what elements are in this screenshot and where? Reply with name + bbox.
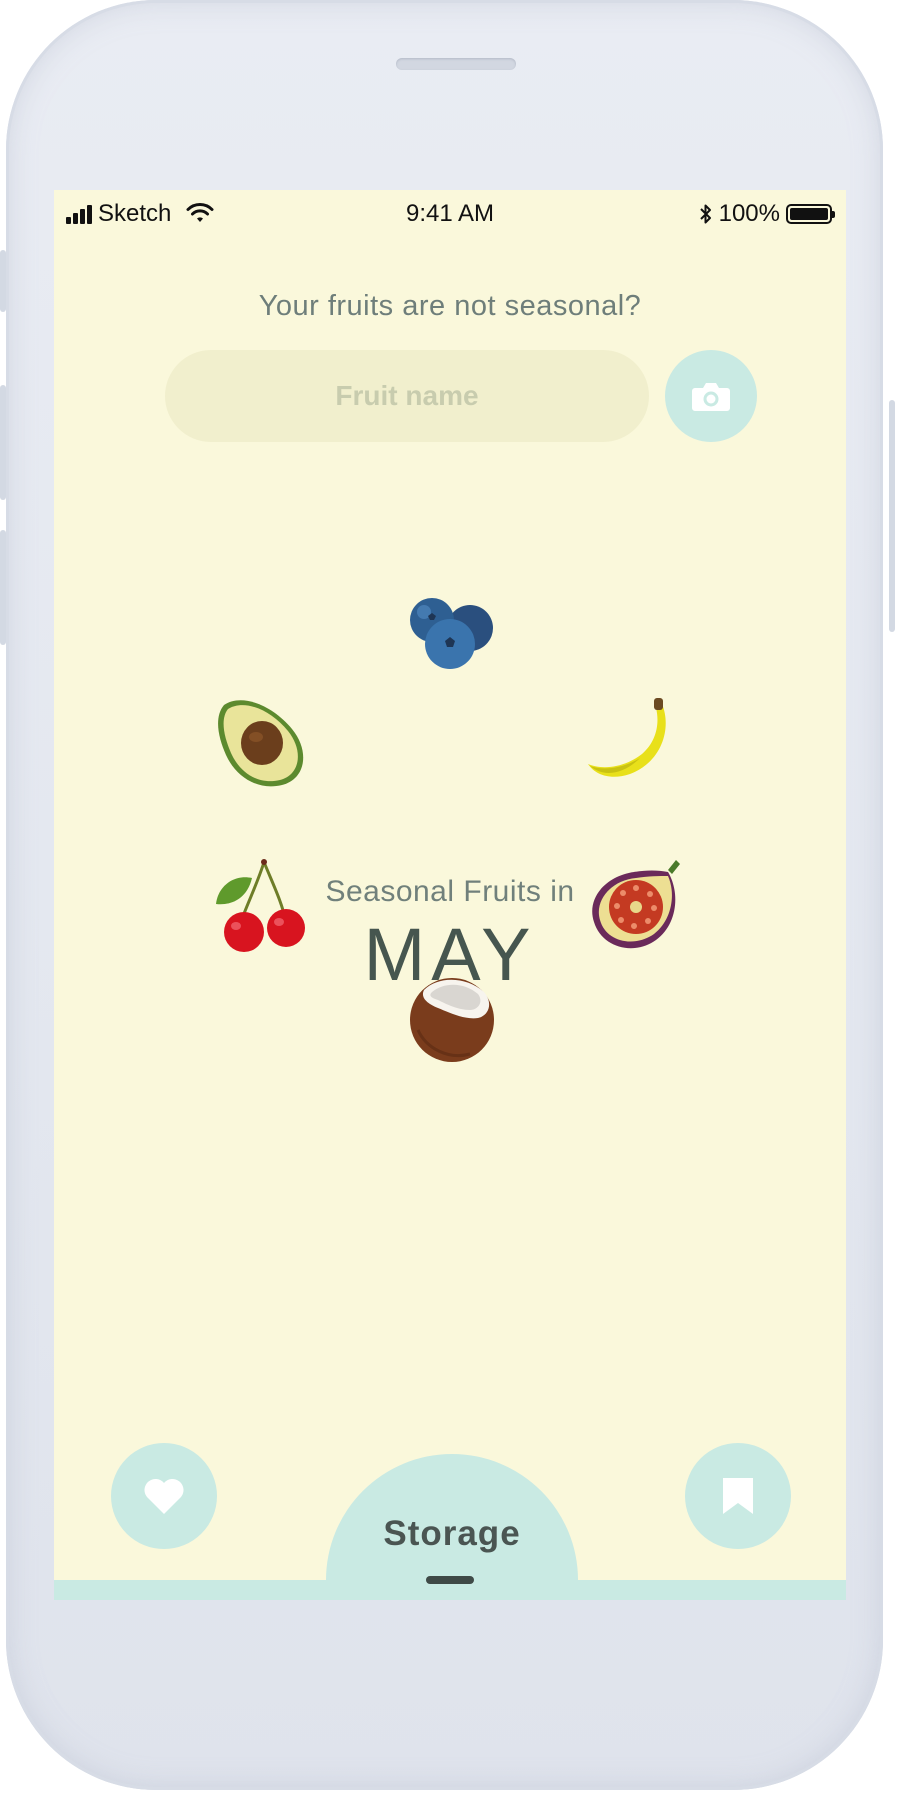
status-bar: Sketch 9:41 AM 100%	[54, 190, 846, 238]
status-right-group: 100%	[699, 200, 835, 228]
volume-up-button	[0, 385, 6, 500]
avocado-icon[interactable]	[212, 695, 312, 791]
app-screen: Sketch 9:41 AM 100% Your fruits are not …	[54, 190, 846, 1600]
drag-handle[interactable]	[426, 1576, 474, 1584]
search-prompt: Your fruits are not seasonal?	[258, 290, 642, 322]
bookmark-icon	[723, 1478, 753, 1514]
bluetooth-icon	[699, 204, 711, 224]
favorites-button[interactable]	[111, 1443, 217, 1549]
storage-tab[interactable]: Storage	[326, 1454, 578, 1600]
speaker-grille	[396, 58, 516, 70]
power-button	[889, 400, 895, 632]
fruit-search-input[interactable]	[165, 350, 649, 442]
heart-icon	[144, 1478, 184, 1514]
volume-down-button	[0, 530, 6, 645]
battery-percent: 100%	[718, 200, 780, 227]
battery-icon	[786, 204, 835, 224]
banana-icon[interactable]	[584, 698, 684, 786]
season-subtitle: Seasonal Fruits in	[325, 875, 575, 908]
season-month: MAY	[363, 913, 537, 996]
camera-button[interactable]	[665, 350, 757, 442]
camera-icon	[692, 383, 730, 411]
bookmark-button[interactable]	[685, 1443, 791, 1549]
storage-label: Storage	[383, 1514, 521, 1553]
silent-switch	[0, 250, 6, 312]
blueberries-icon[interactable]	[404, 590, 500, 674]
